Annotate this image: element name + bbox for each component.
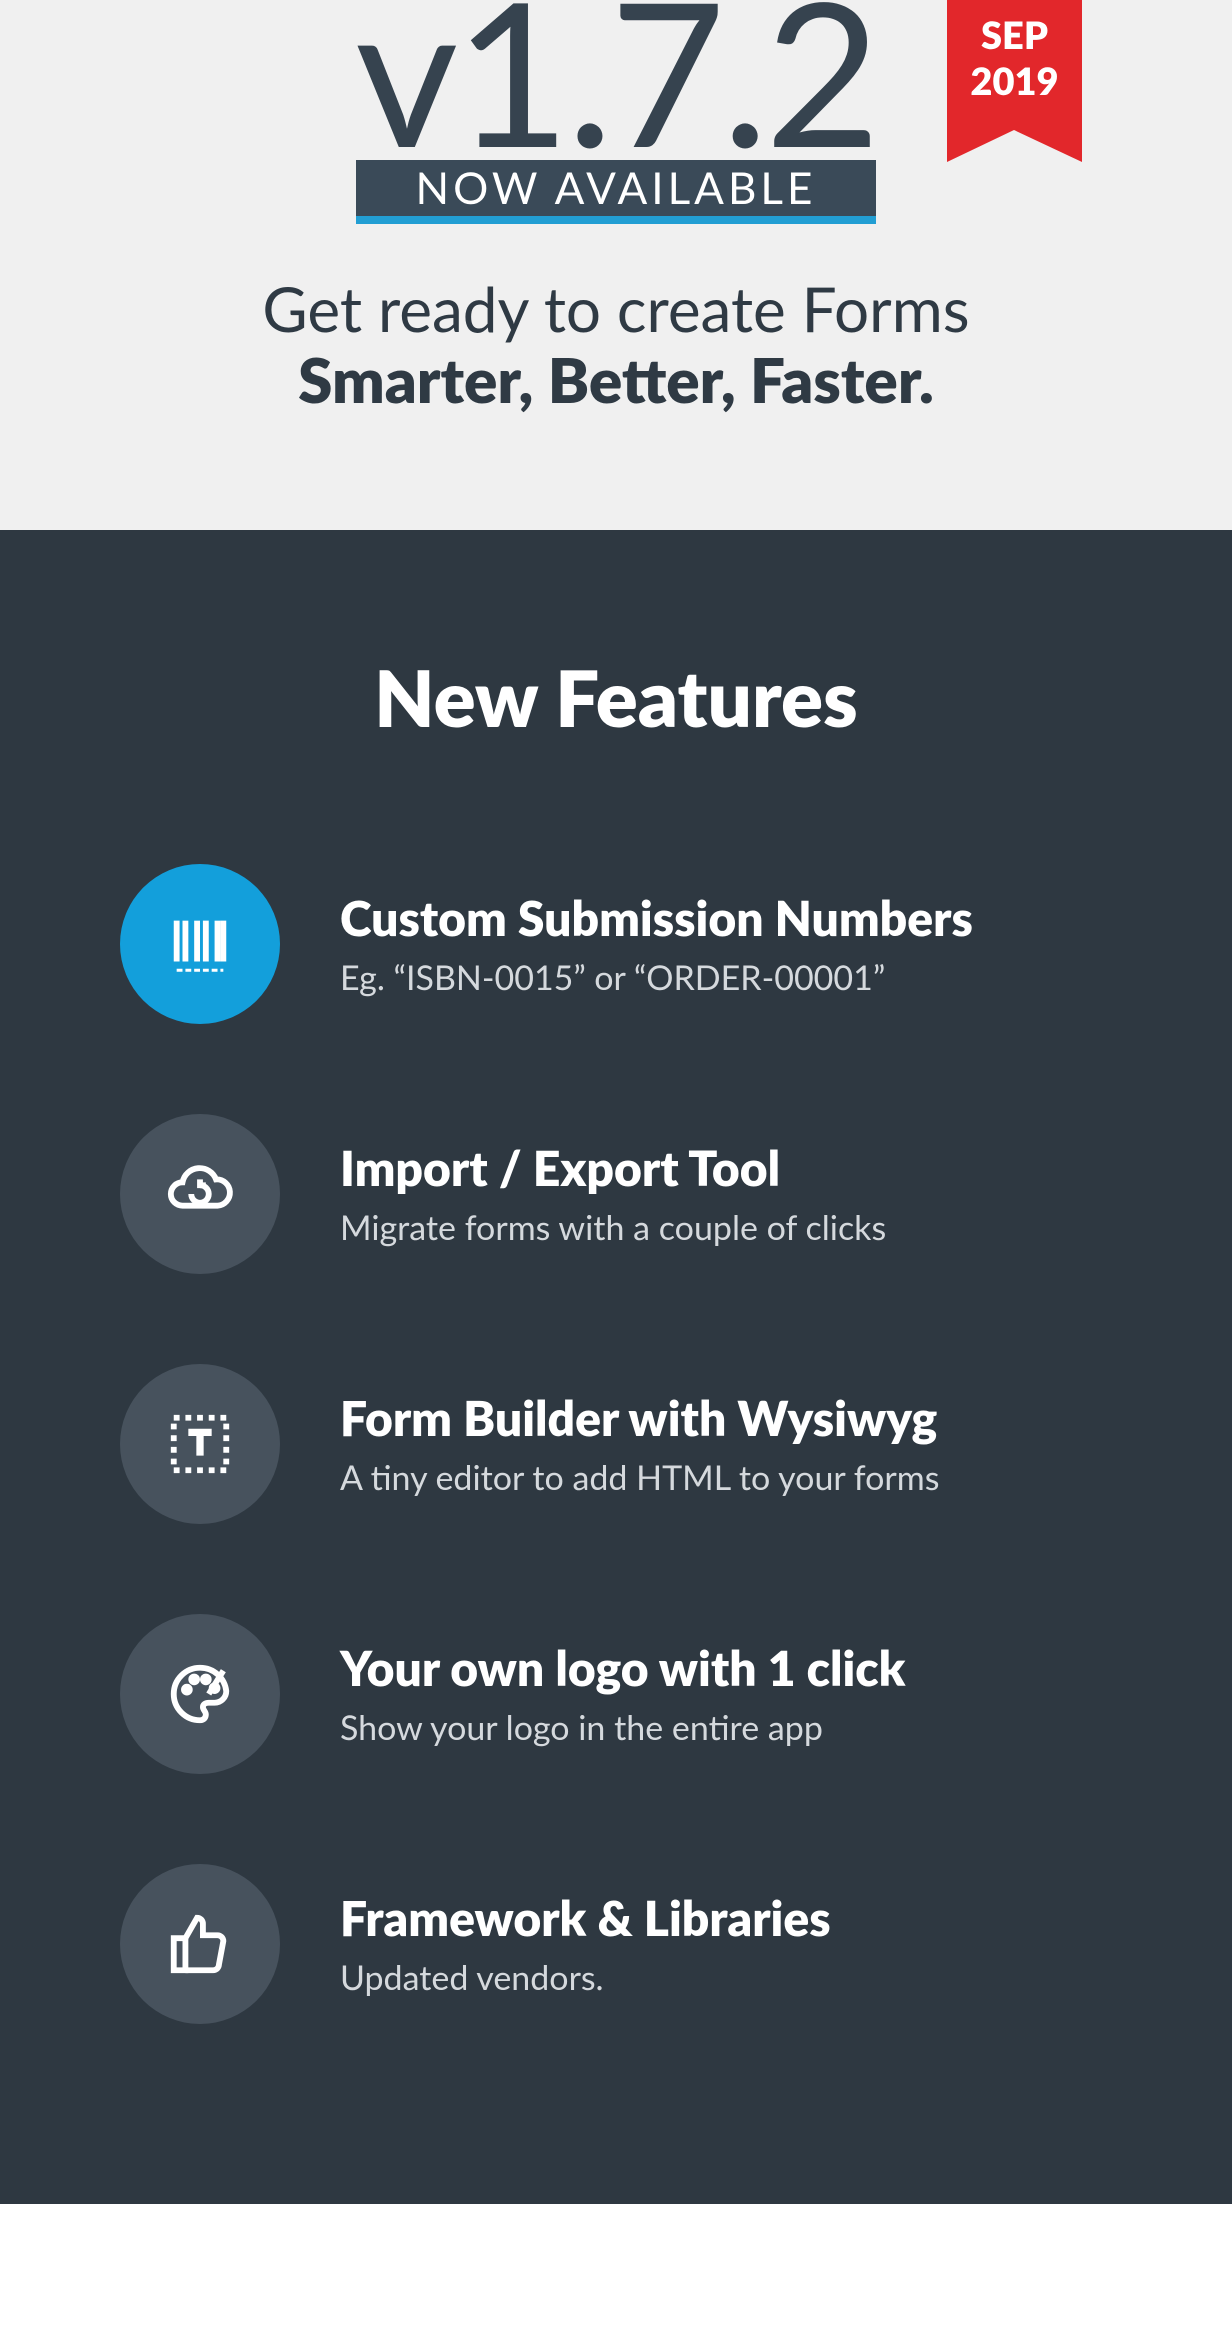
feature-body: Framework & Libraries Updated vendors. [340,1890,831,1998]
feature-desc: Show your logo in the entire app [340,1707,905,1748]
feature-item: Custom Submission Numbers Eg. “ISBN-0015… [120,864,1112,1024]
tagline: Get ready to create Forms Smarter, Bette… [0,274,1232,417]
feature-body: Your own logo with 1 click Show your log… [340,1640,905,1748]
feature-item: Your own logo with 1 click Show your log… [120,1614,1112,1774]
ribbon-year: 2019 [947,58,1082,104]
availability-badge: NOW AVAILABLE [356,160,876,224]
palette-icon [120,1614,280,1774]
date-ribbon: SEP 2019 [947,0,1082,130]
feature-title: Import / Export Tool [340,1140,886,1197]
feature-desc: Migrate forms with a couple of clicks [340,1207,886,1248]
feature-item: Import / Export Tool Migrate forms with … [120,1114,1112,1274]
version-number: v1.7.2 [355,0,877,170]
feature-desc: Eg. “ISBN-0015” or “ORDER-00001” [340,957,973,998]
feature-body: Form Builder with Wysiwyg A tiny editor … [340,1390,939,1498]
feature-title: Framework & Libraries [340,1890,831,1947]
ribbon-month: SEP [947,12,1082,58]
cloud-sync-icon [120,1114,280,1274]
features-section: New Features Custom Submission Numbers E… [0,530,1232,2204]
feature-body: Import / Export Tool Migrate forms with … [340,1140,886,1248]
feature-title: Custom Submission Numbers [340,890,973,947]
barcode-icon [120,864,280,1024]
feature-desc: A tiny editor to add HTML to your forms [340,1457,939,1498]
feature-body: Custom Submission Numbers Eg. “ISBN-0015… [340,890,973,998]
section-title: New Features [120,650,1112,744]
feature-title: Form Builder with Wysiwyg [340,1390,939,1447]
tagline-line-2: Smarter, Better, Faster. [298,343,934,417]
feature-title: Your own logo with 1 click [340,1640,905,1697]
text-box-icon [120,1364,280,1524]
feature-item: Form Builder with Wysiwyg A tiny editor … [120,1364,1112,1524]
thumbs-up-icon [120,1864,280,2024]
feature-item: Framework & Libraries Updated vendors. [120,1864,1112,2024]
feature-desc: Updated vendors. [340,1957,831,1998]
tagline-line-1: Get ready to create Forms [262,272,969,346]
hero-header: SEP 2019 v1.7.2 NOW AVAILABLE Get ready … [0,0,1232,530]
